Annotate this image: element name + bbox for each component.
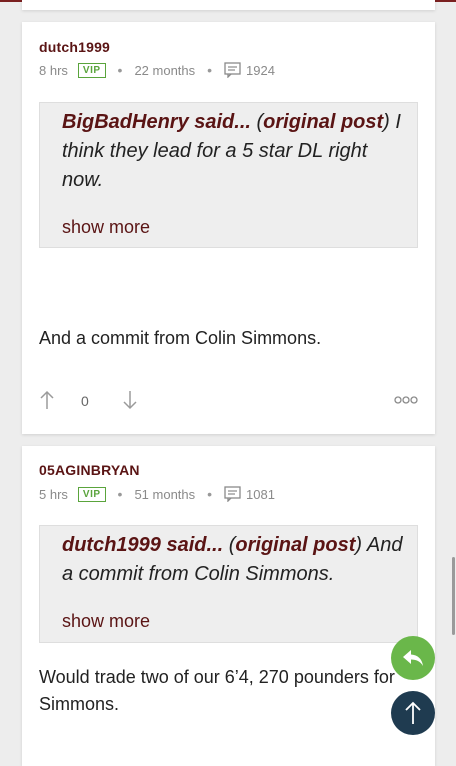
post-body: And a commit from Colin Simmons. [39,328,322,348]
previous-post-card [22,0,435,10]
show-more-link[interactable]: show more [62,217,150,238]
scroll-to-top-button[interactable] [391,691,435,735]
meta-separator: • [207,486,213,502]
post-count: 1924 [246,62,275,78]
arrow-up-icon[interactable] [39,390,55,410]
vote-count: 0 [81,393,89,409]
original-post-link[interactable]: original post [263,111,383,133]
quote-block: BigBadHenry said... (original post) I th… [39,102,418,248]
quote-open-paren: ( [223,534,236,556]
reply-button[interactable] [391,636,435,680]
meta-separator: • [117,62,123,78]
member-tenure: 22 months [134,62,196,78]
post-time: 8 hrs [39,62,68,78]
post-meta: 5 hrs VIP • 51 months • 1081 [39,486,275,502]
quote-open-paren: ( [250,111,264,133]
post-time: 5 hrs [39,486,68,502]
quote-close-paren: ) [383,111,390,133]
show-more-link[interactable]: show more [62,611,150,632]
vip-badge: VIP [77,62,106,78]
quote-text: dutch1999 said... (original post) And a … [62,531,403,589]
comment-icon [224,62,241,78]
post-card: dutch1999 8 hrs VIP • 22 months • 1924 B… [22,22,435,434]
scrollbar[interactable] [452,557,455,635]
member-tenure: 51 months [134,486,196,502]
arrow-up-icon [405,701,421,724]
arrow-down-icon[interactable] [122,390,138,410]
vote-row: 0 [39,390,418,414]
original-post-link[interactable]: original post [235,534,355,556]
meta-separator: • [117,486,123,502]
post-body: Would trade two of our 6’4, 270 pounders… [39,667,395,714]
vip-badge: VIP [77,486,106,502]
quote-author: dutch1999 said... [62,534,224,556]
post-username[interactable]: dutch1999 [39,39,110,55]
more-options-icon[interactable] [394,395,418,405]
post-meta: 8 hrs VIP • 22 months • 1924 [39,62,275,78]
meta-separator: • [207,62,213,78]
post-count: 1081 [246,486,275,502]
post-card: 05AGINBRYAN 5 hrs VIP • 51 months • 1081… [22,446,435,766]
quote-author: BigBadHenry said... [62,111,251,133]
quote-text: BigBadHenry said... (original post) I th… [62,108,403,195]
post-username[interactable]: 05AGINBRYAN [39,462,140,478]
comment-icon [224,486,241,502]
quote-block: dutch1999 said... (original post) And a … [39,525,418,643]
reply-icon [403,650,423,666]
